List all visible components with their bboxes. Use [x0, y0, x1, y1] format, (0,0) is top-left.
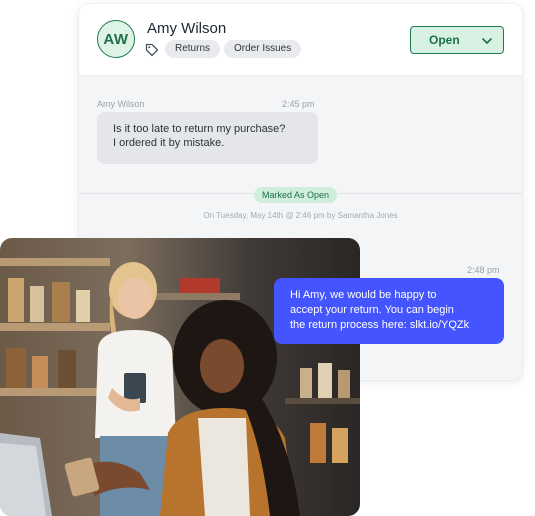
- message-time: 2:48 pm: [467, 265, 500, 275]
- status-event-meta: On Tuesday, May 14th @ 2:46 pm by Samant…: [203, 211, 398, 220]
- message-line: Hi Amy, we would be happy to: [290, 289, 437, 301]
- message-line: accept your return. You can begin: [290, 304, 454, 316]
- message-time: 2:45 pm: [282, 99, 315, 109]
- status-label: Open: [429, 33, 460, 47]
- message-author: Amy Wilson: [97, 99, 145, 109]
- tag-returns[interactable]: Returns: [165, 40, 221, 58]
- incoming-message: Is it too late to return my purchase? I …: [97, 112, 318, 164]
- avatar: AW: [97, 20, 135, 58]
- tag-icon: [145, 43, 159, 57]
- message-line: Is it too late to return my purchase?: [113, 123, 286, 135]
- customer-name: Amy Wilson: [147, 20, 227, 37]
- status-dropdown[interactable]: Open: [410, 26, 504, 54]
- conversation-header: AW Amy Wilson Returns Order Issues Open: [79, 4, 522, 76]
- status-event-badge: Marked As Open: [254, 187, 338, 203]
- tag-order-issues[interactable]: Order Issues: [224, 40, 302, 58]
- outgoing-message: Hi Amy, we would be happy to accept your…: [274, 278, 504, 344]
- message-line: I ordered it by mistake.: [113, 137, 225, 149]
- message-line: the return process here: slkt.io/YQZk: [290, 319, 470, 331]
- chevron-down-icon: [482, 38, 492, 44]
